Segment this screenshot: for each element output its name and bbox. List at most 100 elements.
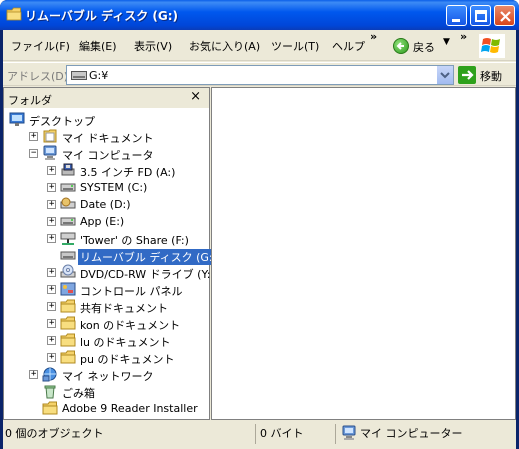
expand-button[interactable]: + [47, 301, 56, 311]
tree-item[interactable]: ごみ箱 [4, 383, 209, 400]
expand-button[interactable]: + [29, 369, 38, 379]
removable-disk-icon [60, 251, 76, 260]
expand-button[interactable]: + [47, 165, 56, 175]
tree-item[interactable]: + App (E:) [4, 213, 209, 230]
expand-button[interactable]: + [47, 352, 56, 362]
expand-button[interactable]: + [47, 284, 56, 294]
expand-button[interactable]: + [47, 182, 56, 192]
hard-drive-icon [60, 217, 76, 226]
recycle-bin-icon [44, 385, 56, 399]
folders-pane: フォルダ × デスクトップ + マイ ドキュメント − マイ コンピュータ +3.5 イン… [3, 87, 219, 420]
menu-view[interactable]: 表示(V) [134, 38, 172, 54]
expand-button[interactable]: + [29, 131, 38, 141]
window-frame: ファイル(F) 編集(E) 表示(V) お気に入り(A) ツール(T) ヘルプ … [3, 30, 516, 449]
status-location-cell: マイ コンピューター [335, 424, 516, 444]
tree-item[interactable]: + DVD/CD-RW ドライブ (Y:) [4, 264, 215, 281]
tree-item-label: 共有ドキュメント [80, 302, 168, 315]
tree-item[interactable]: + pu のドキュメント [4, 349, 209, 366]
tree-item[interactable]: Adobe 9 Reader Installer [4, 400, 209, 417]
network-drive-icon [60, 232, 76, 245]
folder-icon [60, 316, 76, 330]
expand-button[interactable]: + [47, 335, 56, 345]
collapse-button[interactable]: − [29, 148, 38, 158]
windows-logo-icon [479, 34, 505, 58]
title-bar[interactable]: リムーバブル ディスク (G:) [0, 0, 519, 30]
tree-item[interactable]: リムーバブル ディスク (G:) [4, 247, 219, 265]
address-label: アドレス(D) [7, 70, 69, 83]
tree-item-label: SYSTEM (C:) [80, 181, 148, 194]
tree-item[interactable]: + Date (D:) [4, 196, 209, 213]
tree-item[interactable]: +3.5 インチ FD (A:) [4, 162, 209, 179]
removable-disk-icon [71, 71, 87, 80]
status-size-cell: 0 バイト [255, 424, 335, 444]
back-label: 戻る [413, 41, 435, 54]
tree-item[interactable]: + マイ ドキュメント [4, 128, 209, 145]
window-title: リムーバブル ディスク (G:) [25, 9, 179, 23]
menu-file[interactable]: ファイル(F) [11, 38, 70, 54]
tree-item[interactable]: − マイ コンピュータ [4, 145, 209, 162]
expand-button[interactable]: + [47, 318, 56, 328]
status-bar: 0 個のオブジェクト 0 バイト マイ コンピューター [3, 422, 516, 446]
maximize-button[interactable] [470, 5, 491, 26]
back-dropdown-icon[interactable]: ▼ [443, 37, 450, 47]
cd-drive-icon [60, 197, 76, 209]
back-arrow-icon [393, 38, 409, 54]
expand-button[interactable]: + [47, 216, 56, 226]
tree-item[interactable]: + 共有ドキュメント [4, 298, 209, 315]
toolbar-overflow-chevron[interactable]: » [460, 30, 467, 43]
go-button[interactable]: 移動 [458, 66, 514, 84]
folder-icon [42, 401, 58, 415]
expand-button[interactable]: + [47, 267, 56, 277]
menu-edit[interactable]: 編集(E) [79, 38, 117, 54]
back-button[interactable]: 戻る ▼ [389, 35, 451, 57]
minimize-button[interactable] [446, 5, 467, 26]
address-input[interactable]: G:¥ [66, 65, 454, 85]
tree-item-label: マイ ドキュメント [62, 132, 154, 145]
go-label: 移動 [480, 70, 502, 83]
my-network-icon [42, 367, 57, 382]
menu-overflow-chevron[interactable]: » [370, 30, 377, 43]
tree-item[interactable]: + kon のドキュメント [4, 315, 209, 332]
tree-item[interactable]: デスクトップ [4, 111, 209, 128]
tree-item-label: デスクトップ [29, 115, 95, 128]
tree-item[interactable]: + コントロール パネル [4, 281, 209, 298]
tree-item-label: コントロール パネル [80, 285, 183, 298]
file-list-pane[interactable] [211, 87, 516, 420]
tree-item[interactable]: + SYSTEM (C:) [4, 179, 209, 196]
minimize-icon [452, 19, 460, 22]
tree-item-label: 3.5 インチ FD (A:) [80, 166, 176, 179]
address-bar: アドレス(D) G:¥ 移動 [3, 62, 516, 86]
maximize-icon [475, 10, 487, 22]
menu-favorites[interactable]: お気に入り(A) [189, 38, 260, 54]
folder-icon [60, 333, 76, 347]
folder-icon [6, 7, 22, 21]
tree-item-label: App (E:) [80, 215, 125, 228]
menu-tools[interactable]: ツール(T) [271, 38, 319, 54]
tree-item-label: lu のドキュメント [80, 336, 171, 349]
tree-item-label: Date (D:) [80, 198, 131, 211]
menu-help[interactable]: ヘルプ [332, 38, 365, 54]
tree-item[interactable]: + 'Tower' の Share (F:) [4, 230, 209, 247]
tree-item-label: kon のドキュメント [80, 319, 181, 332]
status-object-count: 0 個のオブジェクト [5, 427, 104, 440]
tree-item-label: マイ コンピュータ [62, 149, 154, 162]
folders-close-button[interactable]: × [190, 89, 201, 104]
tree-item[interactable]: + マイ ネットワーク [4, 366, 209, 383]
tree-item[interactable]: + lu のドキュメント [4, 332, 209, 349]
status-size: 0 バイト [260, 427, 304, 440]
menu-bar: ファイル(F) 編集(E) 表示(V) お気に入り(A) ツール(T) ヘルプ … [3, 30, 516, 61]
desktop-icon [9, 112, 25, 126]
dvd-drive-icon [60, 264, 76, 278]
expand-button[interactable]: + [47, 233, 56, 243]
hard-drive-icon [60, 183, 76, 192]
chevron-down-icon [440, 72, 450, 79]
address-dropdown-button[interactable] [436, 66, 453, 84]
control-panel-icon [60, 282, 76, 296]
close-button[interactable] [494, 5, 515, 26]
expand-button[interactable]: + [47, 199, 56, 209]
folder-icon [60, 350, 76, 364]
tree-item-label: マイ ネットワーク [62, 370, 154, 383]
address-value: G:¥ [89, 69, 109, 82]
my-computer-icon [43, 145, 57, 160]
tree-item-label: DVD/CD-RW ドライブ (Y:) [80, 268, 215, 281]
